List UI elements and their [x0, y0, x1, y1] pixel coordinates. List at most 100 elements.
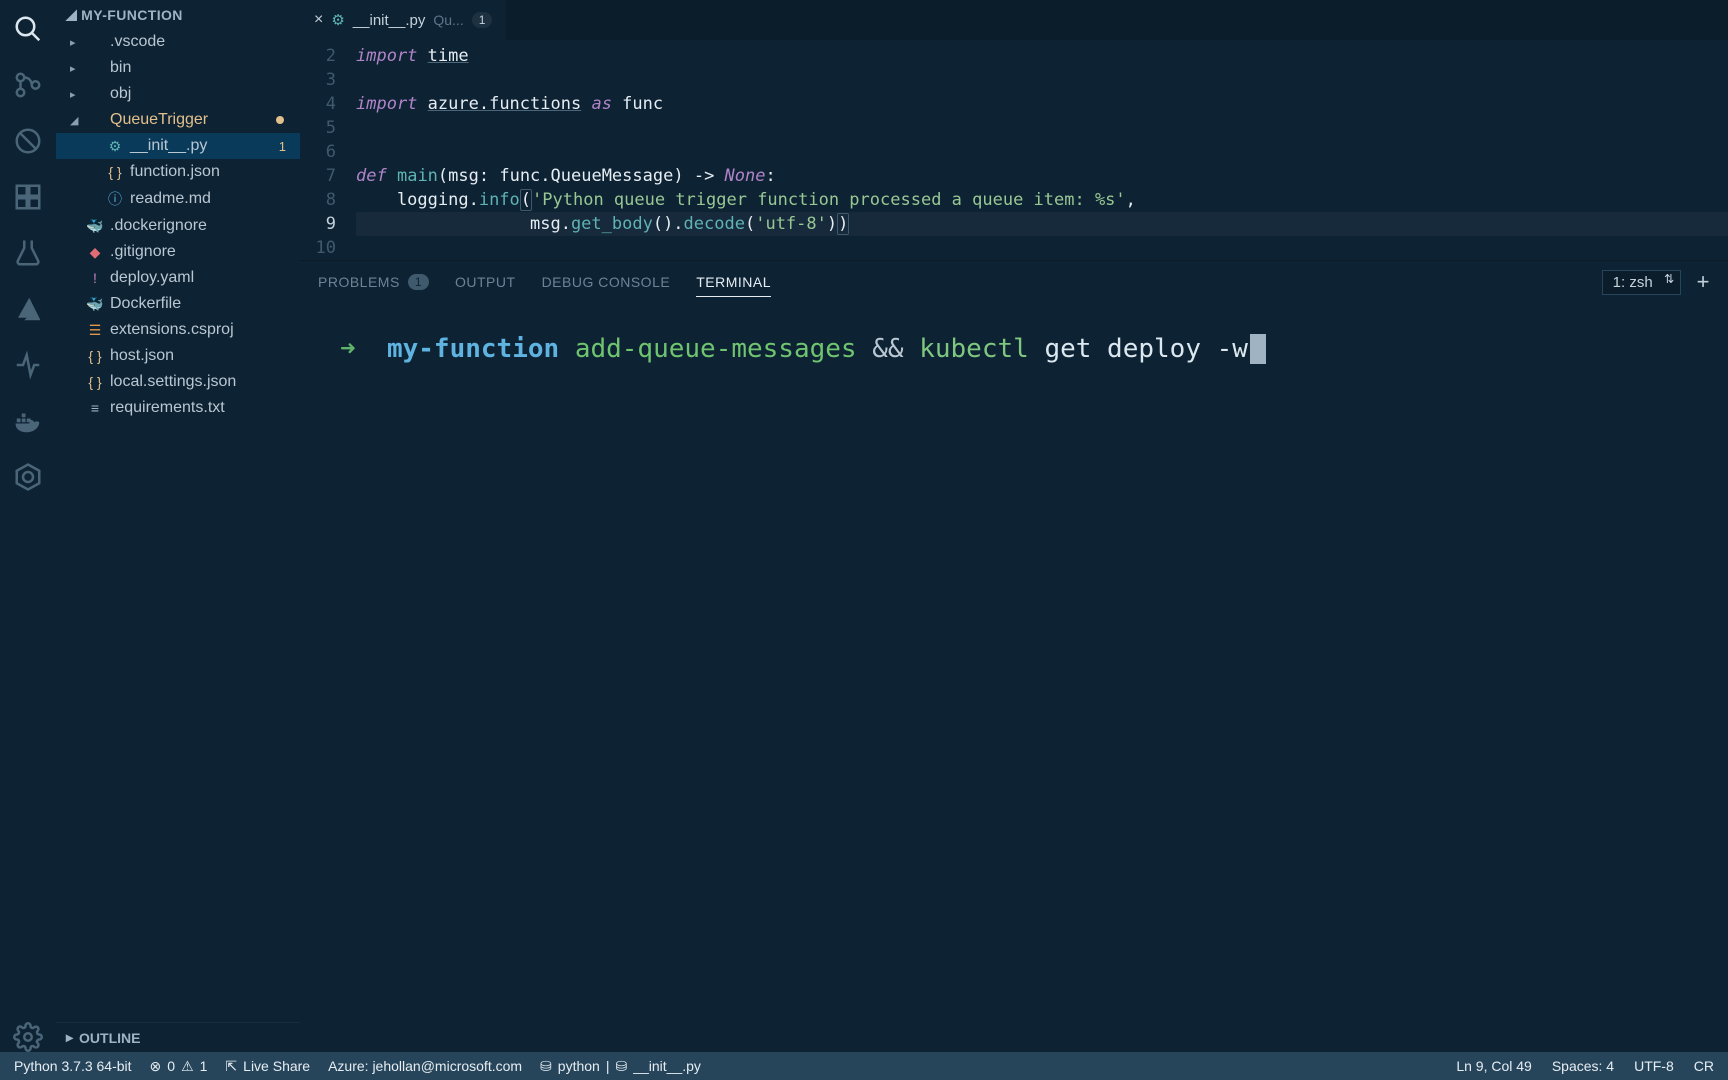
chevron-icon: ▸	[70, 62, 80, 75]
error-icon: ⊗	[150, 1058, 162, 1075]
kubernetes-icon[interactable]	[13, 462, 43, 492]
item-label: .vscode	[110, 33, 165, 51]
folder-item[interactable]: ▸ obj	[56, 81, 300, 107]
status-encoding[interactable]: UTF-8	[1634, 1058, 1674, 1074]
code-line[interactable]: logging.info('Python queue trigger funct…	[356, 188, 1728, 212]
code-line[interactable]: import time	[356, 44, 1728, 68]
tab-output[interactable]: OUTPUT	[455, 274, 516, 290]
prompt-arrow: ➜	[340, 334, 356, 364]
file-item[interactable]: ≡requirements.txt	[56, 395, 300, 421]
line-number: 7	[300, 164, 336, 188]
tab-badge: 1	[472, 12, 493, 28]
code-line[interactable]: def main(msg: func.QueueMessage) -> None…	[356, 164, 1728, 188]
status-liveshare[interactable]: ⇱ Live Share	[225, 1058, 310, 1075]
sidebar-header[interactable]: ◢ MY-FUNCTION	[56, 0, 300, 29]
file-item[interactable]: 🐳.dockerignore	[56, 213, 300, 239]
status-python[interactable]: Python 3.7.3 64-bit	[14, 1058, 132, 1074]
gutter: 2345678910	[300, 44, 356, 260]
item-label: bin	[110, 59, 131, 77]
status-cursor-pos[interactable]: Ln 9, Col 49	[1456, 1058, 1532, 1074]
item-label: obj	[110, 85, 131, 103]
status-errors[interactable]: ⊗ 0 ⚠ 1	[150, 1058, 208, 1075]
status-eol[interactable]: CR	[1694, 1058, 1714, 1074]
code-content[interactable]: import time import azure.functions as fun…	[356, 44, 1728, 260]
status-spaces[interactable]: Spaces: 4	[1552, 1058, 1614, 1074]
tab-terminal[interactable]: TERMINAL	[696, 274, 771, 297]
item-label: .gitignore	[110, 243, 176, 261]
terminal[interactable]: ➜ my-function add-queue-messages && kube…	[300, 303, 1728, 1052]
source-control-icon[interactable]	[13, 70, 43, 100]
tab-debug-console[interactable]: DEBUG CONSOLE	[542, 274, 671, 290]
file-item[interactable]: !deploy.yaml	[56, 265, 300, 291]
line-number: 8	[300, 188, 336, 212]
tab-filename: __init__.py	[353, 12, 426, 29]
file-item[interactable]: { }function.json	[56, 159, 300, 185]
status-azure[interactable]: Azure: jehollan@microsoft.com	[328, 1058, 522, 1074]
prompt-path: my-function	[387, 334, 559, 364]
line-number: 9	[300, 212, 336, 236]
json-icon: { }	[86, 374, 104, 390]
close-icon[interactable]: ×	[314, 11, 323, 29]
code-line[interactable]: msg.get_body().decode('utf-8'))	[356, 212, 1728, 236]
settings-gear-icon[interactable]	[13, 1022, 43, 1052]
file-item[interactable]: { } local.settings.json	[56, 369, 300, 395]
file-item[interactable]: ◆ .gitignore	[56, 239, 300, 265]
azure-icon[interactable]	[13, 294, 43, 324]
md-icon: ⓘ	[106, 189, 124, 209]
file-item[interactable]: ⚙__init__.py1	[56, 133, 300, 159]
item-label: .dockerignore	[110, 217, 207, 235]
code-line[interactable]	[356, 140, 1728, 164]
chevron-icon: ◢	[70, 114, 80, 127]
tab-problems[interactable]: PROBLEMS 1	[318, 274, 429, 290]
warning-icon: ⚠	[181, 1058, 194, 1075]
editor-tab[interactable]: × ⚙ __init__.py Qu... 1	[300, 0, 507, 40]
git-icon: ◆	[86, 244, 104, 261]
code-line[interactable]	[356, 116, 1728, 140]
outline-header[interactable]: ▸ OUTLINE	[56, 1022, 300, 1052]
terminal-select-dropdown[interactable]: 1: zsh	[1602, 270, 1681, 295]
sidebar-title: MY-FUNCTION	[81, 7, 183, 23]
tab-subdir: Qu...	[433, 12, 463, 28]
term-cmd1: add-queue-messages	[575, 334, 857, 364]
search-icon[interactable]	[13, 14, 43, 44]
panel-tabbar: PROBLEMS 1 OUTPUT DEBUG CONSOLE TERMINAL…	[300, 261, 1728, 303]
sidebar: ◢ MY-FUNCTION ▸.vscode ▸ bin ▸ obj ◢QueueTrig…	[56, 0, 300, 1052]
item-label: __init__.py	[130, 137, 207, 155]
terminal-cursor	[1250, 334, 1266, 364]
code-line[interactable]	[356, 68, 1728, 92]
file-item[interactable]: 🐳Dockerfile	[56, 291, 300, 317]
json-icon: { }	[106, 164, 124, 180]
status-langenv[interactable]: ⛁ python | ⛁ __init__.py	[540, 1058, 701, 1075]
code-line[interactable]	[356, 236, 1728, 260]
remote-icon[interactable]	[13, 350, 43, 380]
folder-item[interactable]: ▸.vscode	[56, 29, 300, 55]
chevron-icon: ▸	[70, 88, 80, 101]
py-icon: ⚙	[106, 138, 124, 155]
item-label: local.settings.json	[110, 373, 236, 391]
folder-item[interactable]: ▸ bin	[56, 55, 300, 81]
outline-label: OUTLINE	[79, 1030, 140, 1046]
python-file-icon: ⚙	[331, 11, 344, 29]
activity-bar	[0, 0, 56, 1052]
extensions-icon[interactable]	[13, 182, 43, 212]
new-terminal-button[interactable]: +	[1697, 269, 1710, 295]
docker-icon[interactable]	[13, 406, 43, 436]
debug-icon[interactable]	[13, 126, 43, 156]
rss-icon: ☰	[86, 322, 104, 339]
chevron-down-icon: ◢	[66, 6, 77, 23]
status-bar: Python 3.7.3 64-bit ⊗ 0 ⚠ 1 ⇱ Live Share…	[0, 1052, 1728, 1080]
item-label: deploy.yaml	[110, 269, 194, 287]
tab-label: PROBLEMS	[318, 274, 400, 290]
terminal-selector[interactable]: 1: zsh	[1602, 270, 1681, 295]
term-args: get deploy -w	[1044, 334, 1248, 364]
code-line[interactable]: import azure.functions as func	[356, 92, 1728, 116]
file-item[interactable]: ☰ extensions.csproj	[56, 317, 300, 343]
file-item[interactable]: { }host.json	[56, 343, 300, 369]
folder-item[interactable]: ◢QueueTrigger	[56, 107, 300, 133]
file-item[interactable]: ⓘreadme.md	[56, 185, 300, 213]
code-editor[interactable]: 2345678910 import time import azure.funct…	[300, 40, 1728, 260]
test-icon[interactable]	[13, 238, 43, 268]
item-label: extensions.csproj	[110, 321, 234, 339]
file-tree: ▸.vscode ▸ bin ▸ obj ◢QueueTrigger ⚙ __init__.p…	[56, 29, 300, 1022]
docker-icon: 🐳	[86, 296, 104, 313]
